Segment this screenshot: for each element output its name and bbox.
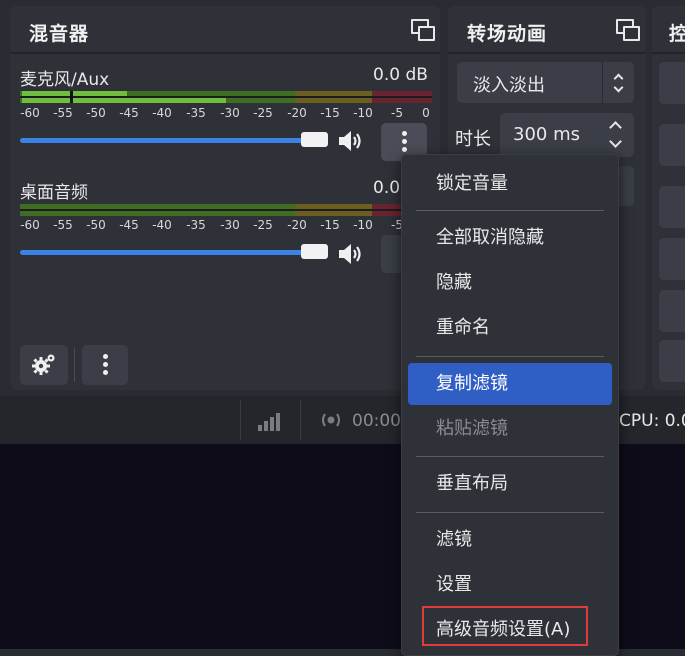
menu-separator: [416, 512, 604, 513]
menu-item-unhide-all[interactable]: 全部取消隐藏: [408, 217, 612, 259]
transition-select[interactable]: 淡入淡出: [457, 62, 634, 103]
menu-item-lock-volume[interactable]: 锁定音量: [408, 163, 612, 205]
chevron-down-icon: [613, 82, 624, 93]
channel-name-mic: 麦克风/Aux: [20, 70, 110, 90]
cpu-usage: CPU: 0.0: [619, 411, 685, 431]
menu-item-paste-filters: 粘贴滤镜: [436, 418, 508, 439]
scale-label: -15: [320, 106, 340, 120]
scale-label: -45: [119, 218, 139, 232]
controls-button-6[interactable]: [659, 340, 685, 382]
scale-label: 0: [422, 106, 430, 120]
highlight-annotation-box: [422, 606, 588, 646]
controls-button-3[interactable]: [659, 186, 685, 228]
volume-meter-desktop: [20, 204, 432, 216]
duration-value: 300 ms: [513, 124, 580, 145]
controls-button-5[interactable]: [659, 290, 685, 332]
status-divider: [300, 400, 301, 440]
menu-separator: [416, 210, 604, 211]
scale-label: -15: [320, 218, 340, 232]
channel-db-mic: 0.0 dB: [373, 65, 428, 85]
mixer-title-separator: [10, 52, 440, 54]
float-dock-icon[interactable]: [616, 19, 640, 41]
gear-icon: [32, 354, 55, 375]
volume-slider-knob-mic[interactable]: [301, 132, 328, 147]
menu-separator: [416, 356, 604, 357]
scale-label: -25: [253, 218, 273, 232]
meter-scale-desktop: -60 -55 -50 -45 -40 -35 -30 -25 -20 -15 …: [20, 218, 432, 232]
menu-item-copy-filters[interactable]: 复制滤镜: [408, 363, 612, 405]
menu-item-rename[interactable]: 重命名: [408, 307, 612, 349]
scale-label: -60: [20, 218, 40, 232]
scale-label: -40: [152, 106, 172, 120]
scale-label: -35: [186, 218, 206, 232]
mixer-settings-button[interactable]: [20, 345, 68, 385]
transition-select-value: 淡入淡出: [473, 75, 545, 96]
channel-name-desktop: 桌面音频: [20, 183, 88, 203]
scale-label: -30: [220, 218, 240, 232]
duration-spinbox[interactable]: 300 ms: [500, 113, 634, 157]
scale-label: -40: [152, 218, 172, 232]
volume-slider-knob-desktop[interactable]: [301, 244, 328, 259]
scale-label: -55: [53, 106, 73, 120]
menu-item-properties[interactable]: 设置: [408, 564, 612, 606]
float-dock-icon[interactable]: [411, 19, 435, 41]
channel-db-desktop: 0.0: [373, 178, 401, 198]
volume-slider-mic[interactable]: [20, 138, 310, 143]
stream-time: 00:00: [352, 411, 401, 431]
speaker-icon[interactable]: [337, 129, 365, 153]
speaker-icon[interactable]: [337, 242, 365, 266]
status-divider: [240, 400, 241, 440]
mixer-title: 混音器: [29, 23, 90, 45]
scale-label: -35: [186, 106, 206, 120]
scale-label: -30: [220, 106, 240, 120]
transitions-title: 转场动画: [467, 23, 548, 45]
meter-scale-mic: -60 -55 -50 -45 -40 -35 -30 -25 -20 -15 …: [20, 106, 432, 120]
scale-label: -10: [353, 218, 373, 232]
scale-label: -10: [353, 106, 373, 120]
chevron-down-icon[interactable]: [609, 135, 622, 148]
network-signal-icon: [258, 413, 280, 431]
chevron-up-icon[interactable]: [609, 121, 622, 134]
controls-button-1[interactable]: [659, 62, 685, 104]
mixer-menu-button[interactable]: [82, 345, 128, 385]
scale-label: -25: [253, 106, 273, 120]
menu-item-filters[interactable]: 滤镜: [408, 519, 612, 561]
context-menu: 锁定音量 全部取消隐藏 隐藏 重命名 复制滤镜 粘贴滤镜 垂直布局 滤镜 设置 …: [401, 154, 619, 656]
controls-title-separator: [652, 52, 685, 54]
menu-item-hide[interactable]: 隐藏: [408, 262, 612, 304]
scale-label: -60: [20, 106, 40, 120]
menu-separator: [416, 456, 604, 457]
volume-meter-mic: [20, 91, 432, 103]
scale-label: -50: [86, 218, 106, 232]
broadcast-icon: [322, 413, 340, 427]
scale-label: -5: [391, 106, 403, 120]
transitions-title-separator: [448, 52, 646, 54]
duration-label: 时长: [455, 129, 491, 150]
toolbar-divider: [74, 348, 75, 382]
scale-label: -45: [119, 106, 139, 120]
scale-label: -20: [287, 218, 307, 232]
scale-label: -55: [53, 218, 73, 232]
scale-label: -20: [287, 106, 307, 120]
controls-button-4[interactable]: [659, 238, 685, 280]
menu-item-vertical-layout[interactable]: 垂直布局: [408, 463, 612, 505]
controls-title: 控: [669, 23, 685, 45]
volume-slider-desktop[interactable]: [20, 250, 310, 255]
scale-label: -50: [86, 106, 106, 120]
controls-button-2[interactable]: [659, 124, 685, 166]
